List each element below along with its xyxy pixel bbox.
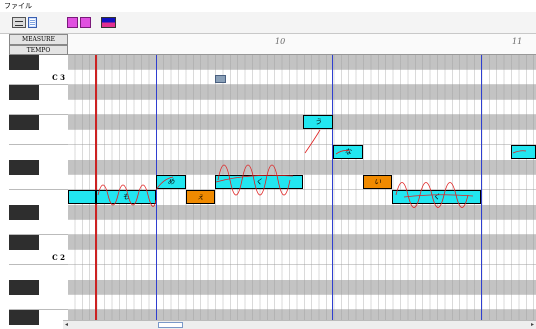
pitch-bend-curve [335,150,351,155]
measure-header: MEASURE [9,34,68,45]
pitch-bend-curve [512,150,527,154]
note-tool-1-button[interactable] [67,17,78,28]
key-label-c2: C 2 [52,253,65,262]
note-tool-2-button[interactable] [80,17,91,28]
pitch-bend-curve [155,176,174,191]
piano-key-black[interactable] [9,55,39,70]
piano-roll-grid[interactable]: も め ぇ く う な い く [68,55,536,320]
vibrato-curve [217,164,291,196]
piano-key-c2[interactable]: C 2 [9,250,68,265]
piano-key-black[interactable] [9,85,39,100]
piano-key-black[interactable] [9,160,39,175]
tempo-header: TEMPO [9,45,68,55]
piano-key-black[interactable] [9,115,39,130]
vibrato-curve [97,184,157,207]
piano-key-black[interactable] [9,235,39,250]
piano-key-black[interactable] [9,310,39,325]
pitch-bend-curve [403,194,474,198]
measure-number-10: 10 [275,37,286,46]
measure-ruler[interactable]: 10 11 [68,34,536,55]
piano-key-black[interactable] [9,280,39,295]
measure-number-11: 11 [512,37,523,46]
piano-keyboard[interactable]: C 3 C 2 [9,55,68,325]
menu-file[interactable]: ファイル [4,2,32,10]
key-label-c3: C 3 [52,73,65,82]
scroll-right-arrow-icon[interactable]: ▸ [531,321,534,329]
piano-key-white[interactable] [9,295,68,310]
scroll-left-arrow-icon[interactable]: ◂ [65,321,68,329]
piano-key-black[interactable] [9,205,39,220]
piano-key-white[interactable] [9,130,68,145]
piano-key-c3[interactable]: C 3 [9,70,68,85]
menu-bar: ファイル [0,0,536,12]
horizontal-scrollbar[interactable]: ◂ ▸ [63,320,536,329]
color-tool-button[interactable] [101,17,116,28]
piano-roll-view-button[interactable] [12,17,26,28]
scrollbar-thumb[interactable] [158,322,183,328]
pitch-curve-overlay [97,129,527,208]
piano-key-white[interactable] [9,175,68,190]
piano-key-white[interactable] [9,220,68,235]
toolbar [0,12,536,34]
list-view-button[interactable] [28,17,37,28]
piano-key-white[interactable] [9,100,68,115]
pitch-bend-curve [304,129,321,154]
